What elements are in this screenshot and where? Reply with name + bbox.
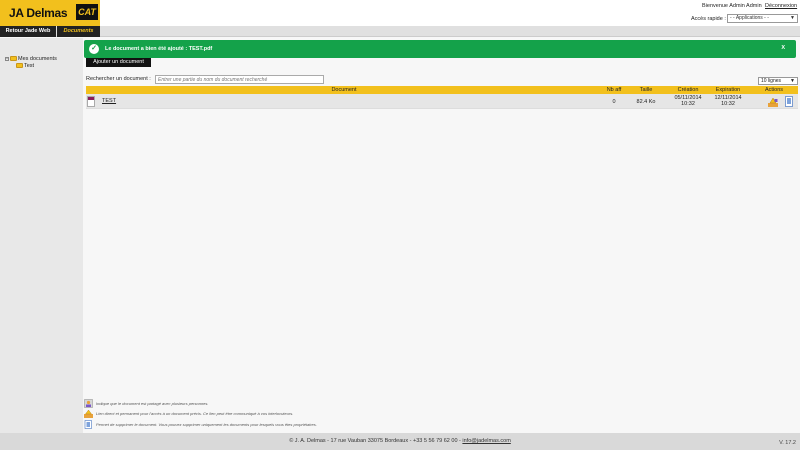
- column-header-expiration[interactable]: Expiration: [710, 86, 746, 94]
- footer-text-line: © J. A. Delmas - 17 rue Vauban 33075 Bor…: [0, 438, 800, 444]
- quick-access-value: - - Applications - -: [730, 15, 769, 21]
- quick-access-label: Accès rapide :: [691, 16, 726, 22]
- logout-link[interactable]: Déconnexion: [765, 3, 797, 9]
- check-icon: ✓: [89, 44, 99, 54]
- version-label: V. 17.2: [779, 440, 796, 446]
- folder-icon: [16, 63, 23, 69]
- delete-icon: [84, 420, 92, 429]
- sidebar: − Mes documents Test: [0, 38, 83, 433]
- cell-nb-aff: 0: [612, 99, 616, 105]
- column-header-nb-aff[interactable]: Nb aff: [602, 86, 626, 94]
- footer: © J. A. Delmas - 17 rue Vauban 33075 Bor…: [0, 433, 800, 450]
- add-document-button[interactable]: Ajouter un document: [86, 58, 151, 67]
- brand-logo-area[interactable]: JA Delmas CAT: [0, 0, 100, 26]
- tab-documents[interactable]: Documents: [57, 26, 100, 37]
- footer-address: © J. A. Delmas - 17 rue Vauban 33075 Bor…: [289, 438, 461, 444]
- search-input[interactable]: [155, 75, 324, 84]
- document-link[interactable]: TEST: [102, 98, 116, 104]
- brand-name: JA Delmas: [9, 6, 68, 20]
- legend-item-shared: Indique que le document est partagé avec…: [84, 399, 484, 409]
- chevron-down-icon: ▼: [790, 78, 795, 84]
- legend-text-link: Lien direct et permanent pour l'accès à …: [96, 411, 294, 416]
- legend-item-link: Lien direct et permanent pour l'accès à …: [84, 409, 484, 419]
- legend-text-shared: Indique que le document est partagé avec…: [96, 401, 209, 406]
- column-header-creation[interactable]: Création: [666, 86, 710, 94]
- folder-open-icon: [10, 56, 17, 62]
- legend-item-delete: Permet de supprimer le document. Vous po…: [84, 420, 484, 430]
- shared-document-icon: [84, 399, 93, 408]
- tab-retour-jade-web[interactable]: Retour Jade Web: [0, 26, 56, 37]
- nav-bar: Retour Jade Web Documents: [0, 26, 800, 37]
- chevron-down-icon: ▼: [790, 15, 795, 21]
- link-icon[interactable]: [768, 97, 778, 107]
- success-message: Le document a bien été ajouté : TEST.pdf: [105, 46, 213, 52]
- cell-expiration-time: 10:32: [721, 101, 735, 107]
- search-label: Rechercher un document :: [86, 76, 151, 82]
- close-banner-button[interactable]: X: [781, 45, 785, 51]
- collapse-icon[interactable]: −: [5, 56, 9, 61]
- column-header-actions: Actions: [764, 87, 784, 93]
- table-row[interactable]: TEST 0 82.4 Ko 05/11/2014 10:32 12/11/20…: [86, 94, 798, 109]
- cat-logo: CAT: [76, 4, 98, 20]
- cell-taille: 82.4 Ko: [636, 99, 656, 105]
- top-header: JA Delmas CAT Bienvenue Admin Admin Déco…: [0, 0, 800, 26]
- quick-access-select[interactable]: - - Applications - - ▼: [727, 14, 798, 23]
- table-header: Document Nb aff Taille Création Expirati…: [86, 86, 798, 94]
- delete-icon[interactable]: [785, 96, 793, 107]
- cell-creation-time: 10:32: [681, 101, 695, 107]
- legend-text-delete: Permet de supprimer le document. Vous po…: [96, 422, 317, 427]
- tree-label-root: Mes documents: [18, 56, 57, 62]
- footer-email-link[interactable]: info@jadelmas.com: [462, 438, 510, 444]
- tree-item-mes-documents[interactable]: − Mes documents: [5, 56, 57, 62]
- column-header-document[interactable]: Document: [86, 86, 602, 94]
- success-banner: ✓ Le document a bien été ajouté : TEST.p…: [84, 40, 796, 58]
- tree-label-child: Test: [24, 63, 35, 69]
- column-header-taille[interactable]: Taille: [626, 86, 666, 94]
- pdf-file-icon: [87, 96, 95, 107]
- link-icon: [84, 409, 93, 418]
- rows-per-page-value: 10 lignes: [761, 78, 782, 84]
- rows-per-page-select[interactable]: 10 lignes ▼: [758, 77, 798, 85]
- tree-item-test[interactable]: Test: [16, 63, 34, 69]
- welcome-text: Bienvenue Admin Admin: [702, 3, 762, 9]
